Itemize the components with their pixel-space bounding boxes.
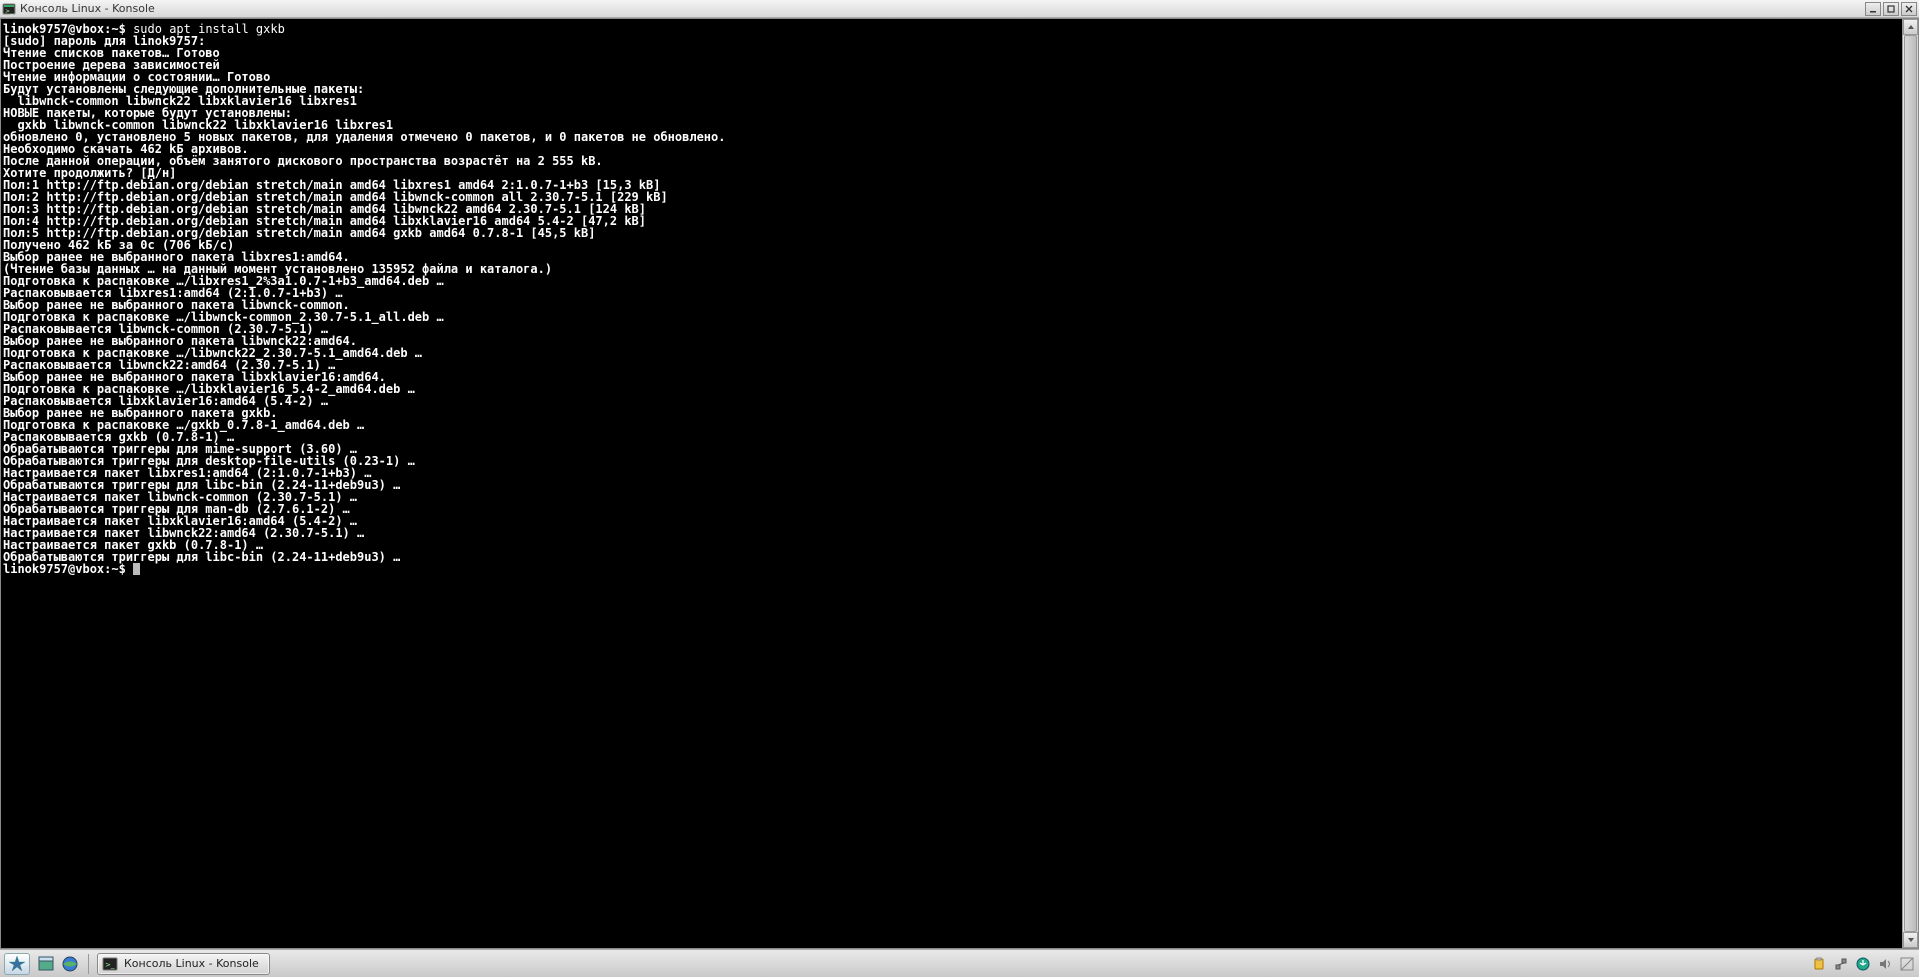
tray-network-icon[interactable] bbox=[1833, 956, 1849, 972]
konsole-app-icon: >_ bbox=[2, 2, 16, 16]
taskbar-task-konsole[interactable]: >_ Консоль Linux - Konsole bbox=[97, 953, 270, 975]
scroll-up-button[interactable] bbox=[1903, 19, 1918, 35]
window-title: Консоль Linux - Konsole bbox=[20, 2, 1865, 15]
tray-show-desktop-icon[interactable] bbox=[1899, 956, 1915, 972]
taskbar-task-label: Консоль Linux - Konsole bbox=[124, 957, 259, 970]
minimize-button[interactable] bbox=[1865, 2, 1881, 16]
konsole-task-icon: >_ bbox=[102, 956, 118, 972]
konsole-window: >_ Консоль Linux - Konsole linok9757@vbo… bbox=[0, 0, 1919, 949]
scroll-thumb[interactable] bbox=[1904, 35, 1917, 932]
prompt-path: ~ bbox=[111, 562, 118, 576]
terminal-output: [sudo] пароль для linok9757: Чтение спис… bbox=[3, 34, 725, 564]
svg-text:>_: >_ bbox=[105, 961, 115, 969]
quicklaunch-browser-icon[interactable] bbox=[60, 954, 80, 974]
tray-volume-icon[interactable] bbox=[1877, 956, 1893, 972]
start-button[interactable] bbox=[4, 953, 30, 975]
maximize-button[interactable] bbox=[1883, 2, 1899, 16]
cursor-icon bbox=[133, 563, 140, 575]
prompt-dollar: $ bbox=[119, 562, 133, 576]
prompt-user: linok9757@vbox bbox=[3, 562, 104, 576]
taskbar: >_ Консоль Linux - Konsole bbox=[0, 949, 1919, 977]
scrollbar[interactable] bbox=[1902, 19, 1918, 948]
svg-text:>_: >_ bbox=[5, 8, 14, 15]
titlebar[interactable]: >_ Консоль Linux - Konsole bbox=[0, 0, 1919, 18]
system-tray bbox=[1811, 956, 1915, 972]
scroll-track[interactable] bbox=[1903, 35, 1918, 932]
taskbar-separator bbox=[88, 954, 89, 974]
scroll-down-button[interactable] bbox=[1903, 932, 1918, 948]
tray-updates-icon[interactable] bbox=[1855, 956, 1871, 972]
terminal-area: linok9757@vbox:~$ sudo apt install gxkb … bbox=[0, 18, 1919, 949]
tray-clipboard-icon[interactable] bbox=[1811, 956, 1827, 972]
quicklaunch bbox=[36, 954, 80, 974]
quicklaunch-show-desktop-icon[interactable] bbox=[36, 954, 56, 974]
terminal[interactable]: linok9757@vbox:~$ sudo apt install gxkb … bbox=[1, 19, 1902, 948]
close-button[interactable] bbox=[1901, 2, 1917, 16]
